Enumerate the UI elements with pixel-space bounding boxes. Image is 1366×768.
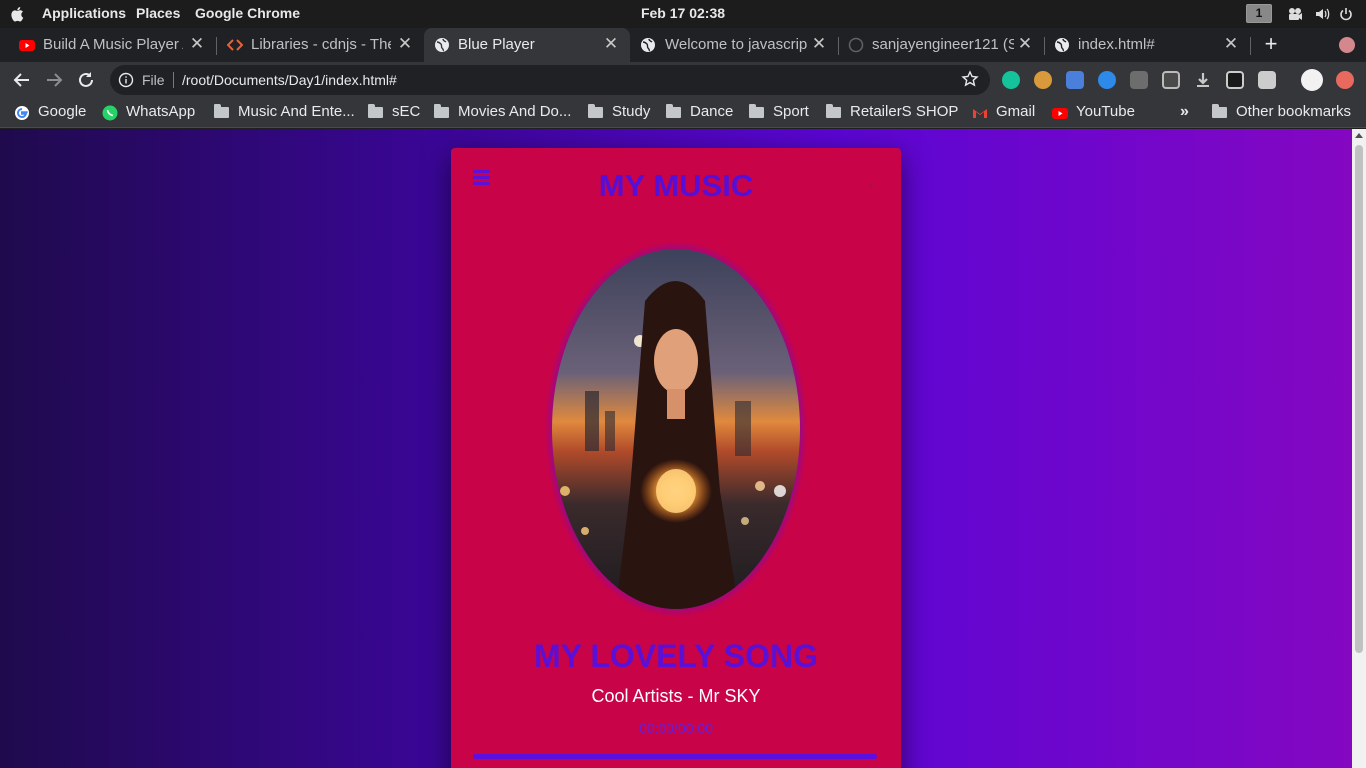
progress-bar[interactable]: [473, 754, 877, 759]
cdnjs-icon: [227, 39, 243, 51]
bookmark-label: Music And Ente...: [238, 103, 355, 120]
youtube-icon: [19, 40, 35, 51]
folder-icon: [826, 104, 841, 118]
page-viewport: MY MUSIC MY LOVELY SONG Cool Artists - M…: [0, 129, 1352, 768]
song-title: MY LOVELY SONG: [534, 638, 818, 674]
gmail-icon: [973, 109, 987, 118]
whatsapp-icon: [102, 105, 118, 121]
album-art-image: [545, 241, 807, 617]
folder-icon: [588, 104, 603, 118]
scrollbar-thumb[interactable]: [1355, 145, 1363, 653]
more-options-icon[interactable]: [869, 184, 872, 187]
bookmark-star-icon[interactable]: [961, 70, 979, 88]
close-icon[interactable]: ✕: [1222, 34, 1240, 54]
binary-extension-icon[interactable]: [1130, 71, 1148, 89]
profile-avatar[interactable]: [1301, 69, 1323, 91]
workspace-indicator[interactable]: 1: [1246, 4, 1272, 23]
tab-separator: [1250, 37, 1251, 55]
github-icon: [848, 37, 864, 53]
cookie-extension-icon[interactable]: [1034, 71, 1052, 89]
page-scrollbar[interactable]: [1352, 129, 1366, 768]
close-icon[interactable]: ✕: [602, 34, 620, 54]
cube-extension-icon[interactable]: [1226, 71, 1244, 89]
folder-icon: [434, 104, 449, 118]
url-divider: [173, 72, 174, 88]
folder-icon: [368, 104, 383, 118]
grammarly-extension-icon[interactable]: [1002, 71, 1020, 89]
system-top-bar: Applications Places Google Chrome Feb 17…: [0, 0, 1366, 28]
folder-icon: [214, 104, 229, 118]
bookmark-label: sEC: [392, 103, 421, 120]
bookmark-label: WhatsApp: [126, 103, 196, 120]
tab-label: Blue Player: [458, 36, 535, 53]
tab-github-sanjay[interactable]: sanjayengineer121 (S ✕: [838, 28, 1045, 62]
tab-label: Libraries - cdnjs - The: [251, 36, 391, 53]
bookmark-label: Movies And Do...: [458, 103, 572, 120]
bookmark-label: Sport: [773, 103, 809, 120]
globe-icon: [435, 38, 449, 52]
tab-index-html[interactable]: index.html# ✕: [1044, 28, 1251, 62]
music-player-card: MY MUSIC MY LOVELY SONG Cool Artists - M…: [451, 148, 901, 768]
globe-icon: [641, 38, 655, 52]
bookmark-label: YouTube: [1076, 103, 1135, 120]
close-icon[interactable]: ✕: [396, 34, 414, 54]
bookmarks-bar: Google WhatsApp Music And Ente... sEC Mo…: [0, 98, 1366, 128]
clock[interactable]: Feb 17 02:38: [0, 5, 1366, 21]
download-icon[interactable]: [1194, 71, 1212, 89]
tab-welcome-javascript[interactable]: Welcome to javascrip ✕: [630, 28, 839, 62]
url-text[interactable]: /root/Documents/Day1/index.html#: [182, 72, 397, 88]
bookmark-label: RetailerS SHOP: [850, 103, 959, 120]
close-icon[interactable]: ✕: [188, 34, 206, 54]
forward-arrow-icon[interactable]: [43, 69, 65, 91]
folder-icon: [1212, 104, 1227, 118]
tab-label: Welcome to javascrip: [665, 36, 807, 53]
tab-build-music-player[interactable]: Build A Music Player A ✕: [0, 28, 217, 62]
bookmark-label: Other bookmarks: [1236, 103, 1352, 120]
youtube-icon: [1052, 108, 1068, 119]
power-icon[interactable]: [1338, 6, 1354, 22]
scroll-up-arrow-icon[interactable]: [1355, 133, 1363, 138]
reload-icon[interactable]: [75, 69, 97, 91]
time-display: 00:00/00:00: [639, 720, 713, 736]
info-icon[interactable]: [118, 72, 134, 88]
bookmark-label: Study: [612, 103, 651, 120]
tab-label: Build A Music Player A: [43, 36, 183, 53]
address-bar[interactable]: File /root/Documents/Day1/index.html#: [110, 65, 990, 95]
close-icon[interactable]: ✕: [810, 34, 828, 54]
folder-icon: [666, 104, 681, 118]
volume-icon[interactable]: [1314, 6, 1330, 22]
bookmark-label: Google: [38, 103, 87, 120]
camera-icon[interactable]: [1287, 6, 1303, 22]
extension-badge-icon[interactable]: [1098, 71, 1116, 89]
tab-strip: Build A Music Player A ✕ Libraries - cdn…: [0, 28, 1366, 62]
tab-search-icon[interactable]: [1339, 37, 1355, 53]
tab-label: index.html#: [1078, 36, 1155, 53]
image-extension-icon[interactable]: [1258, 71, 1276, 89]
new-tab-button[interactable]: +: [1259, 33, 1283, 57]
tab-blue-player[interactable]: Blue Player ✕: [424, 28, 630, 62]
google-icon: [15, 106, 29, 120]
translate-extension-icon[interactable]: [1066, 71, 1084, 89]
bookmark-label: Dance: [690, 103, 734, 120]
tab-libraries-cdnjs[interactable]: Libraries - cdnjs - The ✕: [208, 28, 424, 62]
url-scheme: File: [142, 72, 165, 88]
progress-fill: [473, 754, 877, 759]
close-icon[interactable]: ✕: [1016, 34, 1034, 54]
player-brand-title: MY MUSIC: [598, 168, 754, 203]
bookmark-label: Gmail: [996, 103, 1036, 120]
update-menu-icon[interactable]: [1336, 71, 1354, 89]
globe-icon: [1055, 38, 1069, 52]
artist-name: Cool Artists - Mr SKY: [591, 686, 761, 706]
tab-label: sanjayengineer121 (S: [872, 36, 1014, 53]
folder-icon: [749, 104, 764, 118]
back-arrow-icon[interactable]: [11, 69, 33, 91]
grid-extension-icon[interactable]: [1162, 71, 1180, 89]
bookmarks-overflow-button[interactable]: »: [1180, 103, 1189, 121]
